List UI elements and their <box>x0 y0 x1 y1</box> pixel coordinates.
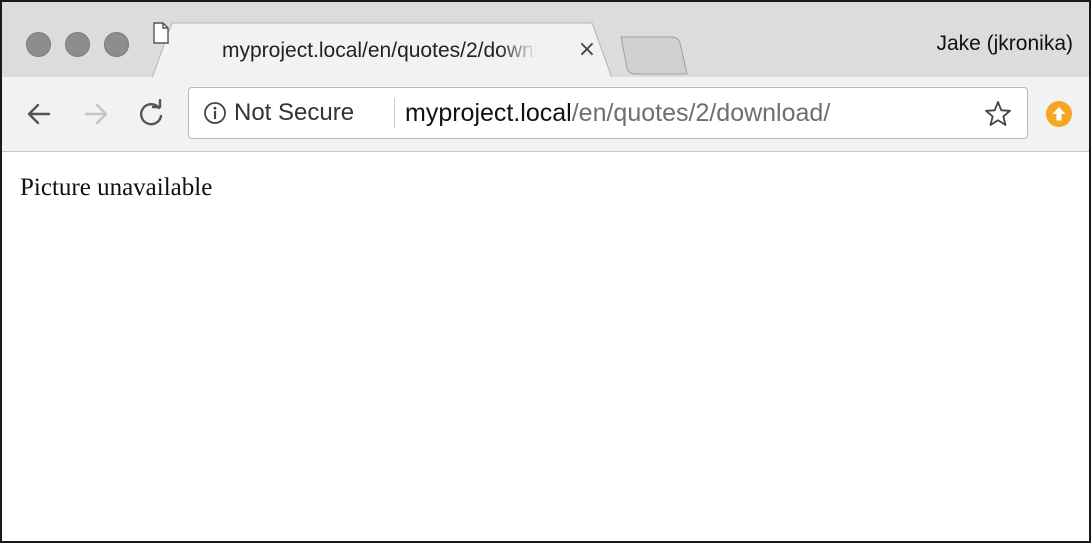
browser-window: myproject.local/en/quotes/2/download/ × … <box>0 0 1091 543</box>
page-message: Picture unavailable <box>20 174 213 201</box>
new-tab-icon[interactable] <box>620 36 688 76</box>
address-bar[interactable]: Not Secure myproject.local/en/quotes/2/d… <box>188 87 1028 139</box>
url-path: /en/quotes/2/download/ <box>571 99 831 127</box>
zoom-window-button[interactable] <box>104 32 129 57</box>
tab-title: myproject.local/en/quotes/2/download/ <box>222 39 537 62</box>
page-content: Picture unavailable <box>2 152 1089 541</box>
active-tab[interactable]: myproject.local/en/quotes/2/download/ × <box>152 22 612 79</box>
title-bar: myproject.local/en/quotes/2/download/ × … <box>2 2 1089 79</box>
reload-icon[interactable] <box>136 99 166 129</box>
forward-arrow-icon[interactable] <box>81 99 111 129</box>
url-text[interactable]: myproject.local/en/quotes/2/download/ <box>405 98 830 128</box>
update-arrow-icon[interactable] <box>1044 99 1074 129</box>
security-label[interactable]: Not Secure <box>234 98 354 128</box>
close-window-button[interactable] <box>26 32 51 57</box>
url-host: myproject.local <box>405 99 572 127</box>
info-icon[interactable] <box>203 101 227 125</box>
address-separator <box>394 98 395 128</box>
toolbar: Not Secure myproject.local/en/quotes/2/d… <box>2 77 1089 152</box>
star-icon[interactable] <box>984 100 1012 128</box>
minimize-window-button[interactable] <box>65 32 90 57</box>
close-tab-icon[interactable]: × <box>576 36 598 64</box>
profile-button[interactable]: Jake (jkronika) <box>936 32 1073 56</box>
file-icon <box>153 22 169 44</box>
back-arrow-icon[interactable] <box>24 99 54 129</box>
